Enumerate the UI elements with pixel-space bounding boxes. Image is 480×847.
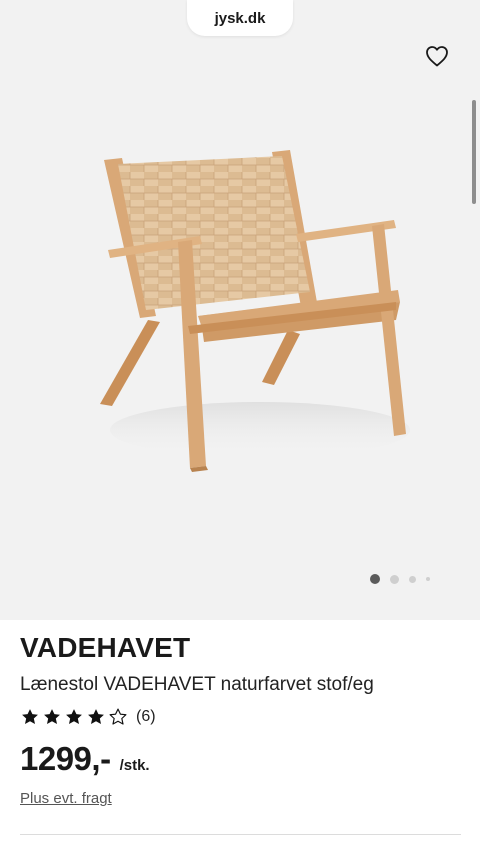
product-title: VADEHAVET <box>20 632 191 663</box>
address-bar[interactable]: jysk.dk <box>187 0 293 36</box>
heart-outline-icon <box>426 46 448 67</box>
price-unit: /stk. <box>119 757 150 774</box>
url-text: jysk.dk <box>214 9 266 27</box>
rating-stars <box>20 707 128 727</box>
pagination-dot-active[interactable] <box>370 574 380 584</box>
product-price: 1299,- /stk. <box>20 740 150 778</box>
star-filled-icon <box>88 709 104 724</box>
star-filled-icon <box>66 709 82 724</box>
product-image[interactable] <box>60 130 440 490</box>
star-empty-icon <box>109 708 127 725</box>
product-gallery[interactable]: jysk.dk <box>0 0 480 620</box>
pagination-dot[interactable] <box>390 574 399 584</box>
rating-count[interactable]: (6) <box>136 708 156 726</box>
gallery-pagination[interactable] <box>370 572 430 586</box>
pagination-dot[interactable] <box>426 577 430 581</box>
divider <box>20 834 461 835</box>
product-description: Lænestol VADEHAVET naturfarvet stof/eg <box>20 674 374 695</box>
pagination-dot[interactable] <box>409 575 416 583</box>
star-filled-icon <box>44 709 60 724</box>
price-value: 1299,- <box>20 740 111 777</box>
scrollbar[interactable] <box>472 100 476 204</box>
freight-link[interactable]: Plus evt. fragt <box>20 790 112 807</box>
product-rating[interactable]: (6) <box>20 706 156 728</box>
favorite-button[interactable] <box>424 43 450 69</box>
star-filled-icon <box>22 709 38 724</box>
